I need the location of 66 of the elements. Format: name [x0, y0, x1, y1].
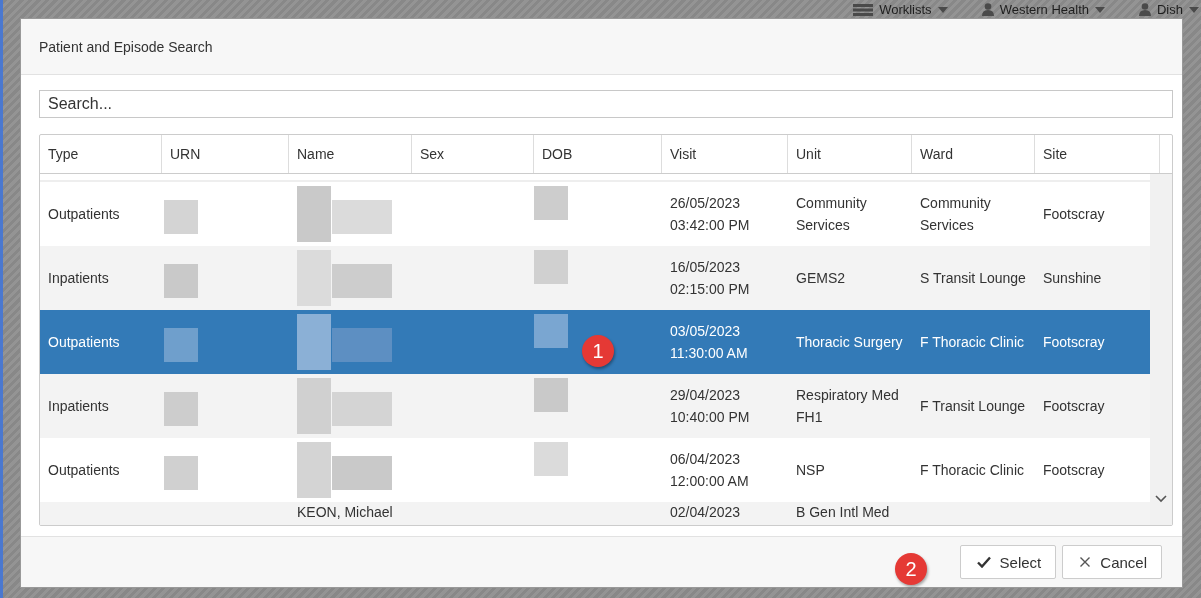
column-header[interactable]: URN — [162, 134, 289, 173]
table-cell-text: Thoracic Surgery — [796, 332, 903, 352]
table-cell-text: Sunshine — [1043, 268, 1102, 288]
blurred-block — [164, 199, 198, 234]
table-cell-text: 06/04/2023 12:00:00 AM — [670, 449, 749, 491]
action-button[interactable]: Cancel — [1062, 545, 1162, 579]
column-header[interactable]: Type — [40, 134, 162, 173]
chevron-down-icon — [1155, 495, 1167, 503]
table-cell-text: S Transit Lounge — [920, 268, 1026, 288]
person-icon — [1139, 3, 1151, 16]
table-cell-text: F Thoracic Clinic — [920, 460, 1024, 480]
blurred-block — [534, 313, 568, 348]
caret-icon — [937, 6, 948, 13]
table-cell-text: B Gen Intl Med — [796, 502, 890, 521]
table-cell-text: Inpatients — [48, 268, 109, 288]
table-cell-text: Outpatients — [48, 332, 120, 352]
search-field[interactable]: Search... — [39, 90, 1173, 118]
column-header[interactable]: Ward — [912, 134, 1035, 173]
column-header[interactable]: DOB — [534, 134, 662, 173]
table-cell-text: Outpatients — [48, 460, 120, 480]
table-row[interactable]: Inpatients 16/05/2023 02:15:00 PM GEMS2 S Transit Lounge Sunshine — [40, 245, 1150, 310]
close-icon — [1079, 556, 1092, 568]
table-cell-text: F Transit Lounge — [920, 396, 1026, 416]
blurred-block — [534, 249, 568, 284]
table-cell-text: Outpatients — [48, 204, 120, 224]
blurred-block — [164, 455, 198, 490]
blurred-block — [534, 441, 568, 476]
blurred-block — [164, 327, 198, 362]
list-icon — [853, 3, 874, 16]
table-cell-text: Footscray — [1043, 460, 1105, 480]
table-cell-text: GEMS2 — [796, 268, 845, 288]
blurred-block — [164, 391, 198, 426]
caret-icon — [1189, 6, 1199, 13]
table-cell-text: 16/05/2023 02:15:00 PM — [670, 257, 750, 299]
column-header[interactable]: Name — [289, 134, 412, 173]
column-header[interactable]: Visit — [662, 134, 788, 173]
person-icon — [981, 3, 994, 16]
caret-icon — [1095, 6, 1105, 13]
blurred-block — [164, 263, 198, 298]
nav-label[interactable]: Worklists — [879, 2, 932, 17]
action-button[interactable]: Select — [959, 545, 1057, 579]
table-cell-text: 02/04/2023 — [670, 502, 741, 521]
table-row[interactable]: KEON, Michael 02/04/2023 B Gen Intl Med — [40, 501, 1150, 525]
nav-label[interactable]: Western Health — [999, 2, 1089, 17]
blurred-block — [534, 185, 568, 220]
table-cell-text: 03/05/2023 11:30:00 AM — [670, 321, 748, 363]
column-header[interactable]: Site — [1035, 134, 1160, 173]
table-cell-text: Inpatients — [48, 396, 109, 416]
nav-label[interactable]: Dish — [1157, 2, 1183, 17]
column-header[interactable]: Unit — [788, 134, 912, 173]
table-row[interactable]: Inpatients 29/04/2023 10:40:00 PM Respiratory Med FH1 F Transit Lounge Footscray — [40, 373, 1150, 438]
table-cell-text: Footscray — [1043, 332, 1105, 352]
table-cell-text: Community Services — [920, 193, 992, 235]
table-cell-text: NSP — [796, 460, 825, 480]
dialog-title: Patient and Episode Search — [39, 38, 213, 55]
table-cell-text: Footscray — [1043, 396, 1105, 416]
table-cell-text: Footscray — [1043, 204, 1105, 224]
column-header[interactable]: Sex — [412, 134, 534, 173]
table-cell-text: F Thoracic Clinic — [920, 332, 1024, 352]
table-cell-text: KEON, Michael — [297, 502, 393, 521]
check-icon — [976, 556, 991, 568]
table-cell-text: Respiratory Med FH1 — [796, 385, 900, 427]
table-cell-text: 29/04/2023 10:40:00 PM — [670, 385, 750, 427]
table-cell-text: 26/05/2023 03:42:00 PM — [670, 193, 750, 235]
blurred-block — [534, 377, 568, 412]
table-cell-text: Community Services — [796, 193, 868, 235]
